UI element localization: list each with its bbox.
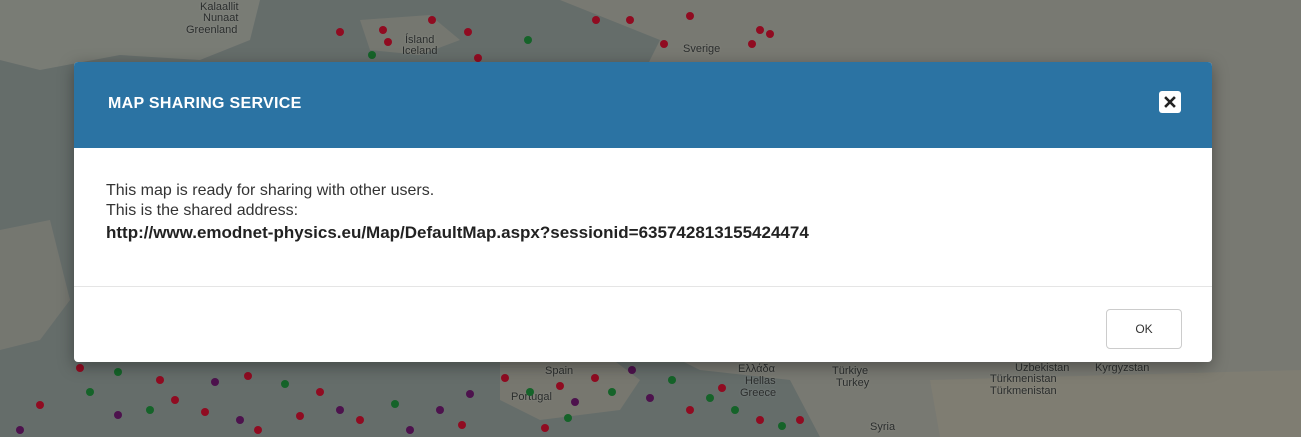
ready-message: This map is ready for sharing with other…: [106, 182, 435, 199]
close-icon: [1164, 96, 1176, 108]
dialog-footer: OK: [74, 287, 1212, 362]
shared-url[interactable]: http://www.emodnet-physics.eu/Map/Defaul…: [106, 223, 809, 243]
shared-address-label: This is the shared address:: [106, 202, 299, 219]
map-sharing-dialog: MAP SHARING SERVICE This map is ready fo…: [74, 62, 1212, 362]
close-button[interactable]: [1159, 91, 1181, 113]
ok-button[interactable]: OK: [1106, 309, 1182, 349]
dialog-header: MAP SHARING SERVICE: [74, 62, 1212, 148]
dialog-title: MAP SHARING SERVICE: [108, 95, 302, 112]
dialog-body: This map is ready for sharing with other…: [74, 148, 1212, 287]
